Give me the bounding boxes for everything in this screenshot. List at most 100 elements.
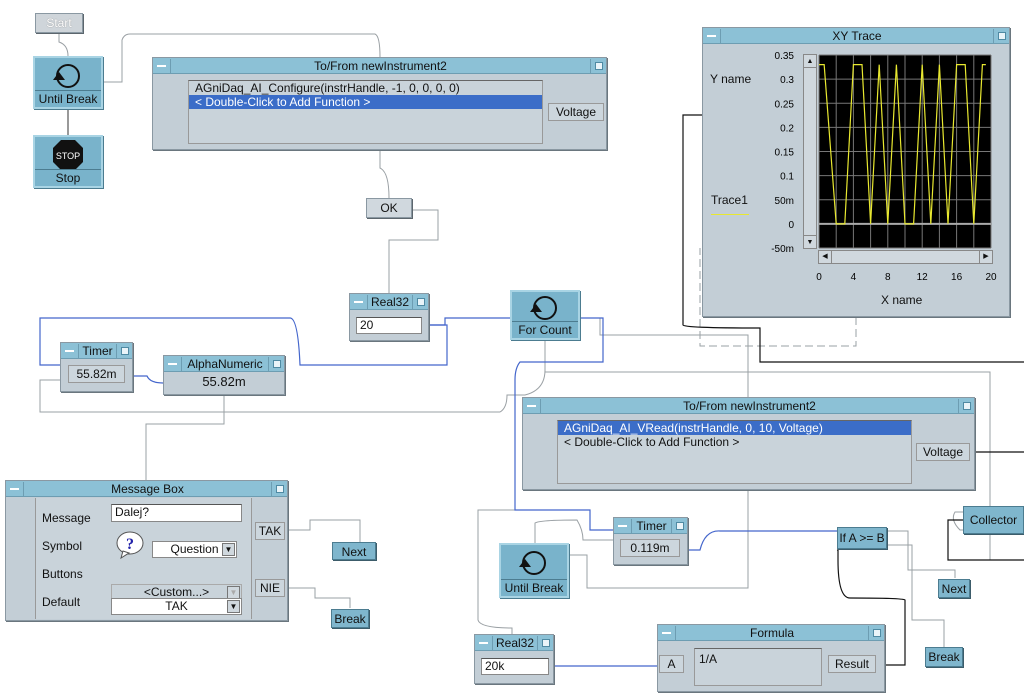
input-pin-a: A	[659, 655, 684, 673]
loop-label: For Count	[512, 321, 578, 338]
y-tick-label: 0.25	[775, 99, 795, 110]
buttons-label: Buttons	[42, 567, 83, 581]
y-tick-label: 0.3	[780, 75, 794, 86]
minimize-icon[interactable]	[475, 635, 493, 650]
minimize-icon[interactable]	[164, 356, 182, 371]
tofrom-instrument-object[interactable]: To/From newInstrument2 AGniDaq_AI_VRead(…	[522, 397, 975, 490]
maximize-icon[interactable]	[671, 518, 687, 533]
title-bar[interactable]: Message Box	[6, 481, 287, 497]
object-title: Message Box	[111, 481, 184, 496]
stop-sign-icon: STOP	[53, 140, 83, 170]
function-list[interactable]: AGniDaq_AI_Configure(instrHandle, -1, 0,…	[188, 80, 543, 144]
wire	[887, 530, 956, 578]
object-title: Real32	[495, 635, 535, 650]
minimize-icon[interactable]	[614, 518, 632, 533]
maximize-icon[interactable]	[271, 481, 287, 496]
symbol-dropdown[interactable]: Question ▼	[152, 541, 237, 558]
minimize-icon[interactable]	[523, 398, 541, 413]
y-tick-label: 50m	[775, 196, 794, 207]
wire	[952, 511, 963, 531]
real32-input[interactable]: 20k	[481, 658, 549, 675]
y-tick-label: 0	[788, 220, 794, 231]
maximize-icon[interactable]	[590, 58, 606, 73]
title-bar[interactable]: Timer	[61, 343, 132, 359]
message-box-object[interactable]: Message Box Message Dalej? Symbol ? Ques…	[5, 480, 288, 621]
ok-button[interactable]: OK	[366, 198, 412, 218]
maximize-icon[interactable]	[268, 356, 284, 371]
break-object[interactable]: Break	[331, 609, 369, 628]
output-pin-nie: NIE	[255, 579, 285, 597]
alphanumeric-display[interactable]: AlphaNumeric 55.82m	[163, 355, 285, 395]
minimize-icon[interactable]	[658, 625, 676, 640]
symbol-value: Question	[170, 542, 219, 556]
loop-label: Until Break	[35, 90, 101, 107]
output-pin-result: Result	[828, 655, 876, 673]
real32-constant[interactable]: Real32 20k	[474, 634, 554, 684]
minimize-icon[interactable]	[6, 481, 24, 496]
formula-object[interactable]: Formula A 1/A Result	[657, 624, 885, 692]
x-tick-label: 8	[885, 272, 891, 283]
dropdown-arrow-icon[interactable]: ▼	[222, 543, 235, 556]
wire	[133, 375, 164, 384]
function-item-add[interactable]: < Double-Click to Add Function >	[558, 435, 911, 449]
title-bar[interactable]: Timer	[614, 518, 687, 534]
y-tick-label: 0.2	[780, 123, 794, 134]
break-object[interactable]: Break	[925, 647, 963, 667]
real32-input[interactable]: 20	[356, 317, 422, 334]
maximize-icon[interactable]	[116, 343, 132, 358]
wire	[58, 33, 69, 57]
object-title: Timer	[636, 518, 667, 533]
title-bar[interactable]: To/From newInstrument2	[523, 398, 974, 414]
title-bar[interactable]: Formula	[658, 625, 884, 641]
start-button[interactable]: Start	[35, 13, 83, 33]
maximize-icon[interactable]	[537, 635, 553, 650]
xy-plot: 0.35 0.3 0.25 0.2 0.15 0.1 50m 0 -50m 0 4 8 12 16 20	[771, 51, 997, 283]
loop-icon	[519, 551, 546, 575]
y-tick-label: -50m	[771, 244, 794, 255]
for-count-loop[interactable]: For Count	[510, 290, 580, 340]
x-tick-label: 0	[816, 272, 822, 283]
minimize-icon[interactable]	[350, 294, 368, 309]
object-title: AlphaNumeric	[187, 356, 263, 371]
function-list[interactable]: AGniDaq_AI_VRead(instrHandle, 0, 10, Vol…	[557, 420, 912, 484]
svg-text:?: ?	[126, 536, 134, 553]
wire	[289, 587, 351, 608]
maximize-icon[interactable]	[868, 625, 884, 640]
formula-expression[interactable]: 1/A	[694, 648, 822, 686]
message-box-panel: Message Dalej? Symbol ? Question ▼ Button…	[35, 498, 252, 619]
until-break-loop[interactable]: Until Break	[499, 543, 569, 598]
function-item-add[interactable]: < Double-Click to Add Function >	[189, 95, 542, 109]
minimize-icon[interactable]	[153, 58, 171, 73]
symbol-label: Symbol	[42, 539, 83, 553]
title-bar[interactable]: AlphaNumeric	[164, 356, 284, 372]
collector-object[interactable]: Collector	[963, 506, 1024, 534]
timer-object[interactable]: Timer 0.119m	[613, 517, 688, 565]
function-item[interactable]: AGniDaq_AI_Configure(instrHandle, -1, 0,…	[189, 81, 542, 95]
function-item[interactable]: AGniDaq_AI_VRead(instrHandle, 0, 10, Vol…	[558, 421, 911, 435]
default-dropdown[interactable]: TAK ▼	[111, 598, 242, 615]
xy-trace-display[interactable]: XY Trace Y name Trace1 X name ▲ ▼ ◀ ▶ 0.…	[702, 27, 1010, 317]
timer-value: 0.119m	[620, 539, 680, 557]
minimize-icon[interactable]	[61, 343, 79, 358]
wire	[887, 544, 945, 647]
if-a-gte-b-object[interactable]: If A >= B	[837, 527, 887, 549]
message-input[interactable]: Dalej?	[111, 504, 242, 522]
wire	[534, 519, 613, 543]
next-object[interactable]: Next	[938, 579, 970, 598]
dropdown-arrow-icon[interactable]: ▼	[227, 600, 240, 613]
maximize-icon[interactable]	[958, 398, 974, 413]
message-label: Message	[42, 511, 91, 525]
title-bar[interactable]: Real32	[475, 635, 553, 651]
until-break-loop[interactable]: Until Break	[33, 56, 103, 109]
title-bar[interactable]: Real32	[350, 294, 428, 310]
real32-constant[interactable]: Real32 20	[349, 293, 429, 341]
y-tick-label: 0.15	[775, 148, 795, 159]
stop-sign-text: STOP	[56, 151, 80, 161]
next-object[interactable]: Next	[332, 542, 376, 560]
tofrom-instrument-object[interactable]: To/From newInstrument2 AGniDaq_AI_Config…	[152, 57, 607, 150]
stop-object[interactable]: STOP Stop	[33, 135, 103, 188]
title-bar[interactable]: To/From newInstrument2	[153, 58, 606, 74]
timer-object[interactable]: Timer 55.82m	[60, 342, 133, 392]
maximize-icon[interactable]	[412, 294, 428, 309]
x-tick-label: 12	[917, 272, 929, 283]
